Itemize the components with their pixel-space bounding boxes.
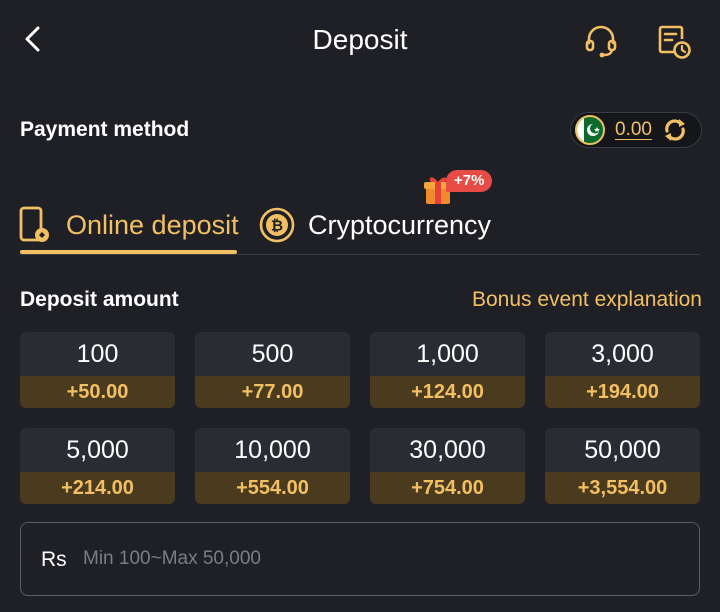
bitcoin-icon: ₿ (259, 207, 295, 243)
currency-label: Rs (41, 548, 67, 571)
svg-text:₿: ₿ (271, 217, 283, 235)
top-bar: Deposit (0, 0, 720, 84)
amount-option-bonus: +554.00 (195, 472, 350, 504)
headset-icon[interactable] (582, 22, 620, 60)
pakistan-flag-icon (575, 115, 605, 145)
history-icon[interactable] (654, 22, 692, 60)
tab-cryptocurrency-label: Cryptocurrency (308, 209, 492, 240)
amount-option-value: 3,000 (591, 340, 654, 368)
tab-online-deposit[interactable]: Online deposit (18, 198, 239, 252)
amount-option-bonus: +3,554.00 (545, 472, 700, 504)
amount-option-bonus: +754.00 (370, 472, 525, 504)
amount-option-bonus: +214.00 (20, 472, 175, 504)
tab-online-deposit-label: Online deposit (66, 209, 239, 240)
amount-option-bonus: +50.00 (20, 376, 175, 408)
bonus-event-link[interactable]: Bonus event explanation (472, 288, 702, 312)
payment-method-label: Payment method (20, 118, 190, 141)
amount-option-bonus: +124.00 (370, 376, 525, 408)
amount-input-box: Rs (20, 522, 700, 596)
payment-method-row: Payment method 0.00 (20, 112, 702, 148)
amount-option-bonus: +77.00 (195, 376, 350, 408)
crypto-promo-badge: +7% (446, 170, 493, 192)
amount-option-value: 30,000 (409, 436, 486, 464)
amount-option-card[interactable]: 10,000 +554.00 (195, 428, 350, 504)
amount-option-value: 1,000 (416, 340, 479, 368)
amount-option-card[interactable]: 5,000 +214.00 (20, 428, 175, 504)
balance-pill[interactable]: 0.00 (570, 112, 702, 148)
amount-options-grid: 100 +50.00 500 +77.00 1,000 +124.00 3,00… (20, 332, 700, 504)
amount-option-bonus: +194.00 (545, 376, 700, 408)
tabs-divider (20, 254, 700, 255)
deposit-amount-label: Deposit amount (20, 288, 179, 311)
deposit-amount-row: Deposit amount Bonus event explanation (20, 286, 702, 314)
balance-value: 0.00 (615, 119, 652, 140)
phone-deposit-icon (19, 206, 49, 242)
amount-option-card[interactable]: 1,000 +124.00 (370, 332, 525, 408)
amount-option-card[interactable]: 100 +50.00 (20, 332, 175, 408)
amount-input[interactable] (83, 541, 663, 577)
amount-option-card[interactable]: 30,000 +754.00 (370, 428, 525, 504)
amount-option-value: 5,000 (66, 436, 129, 464)
amount-option-card[interactable]: 50,000 +3,554.00 (545, 428, 700, 504)
amount-option-value: 10,000 (234, 436, 311, 464)
amount-option-card[interactable]: 3,000 +194.00 (545, 332, 700, 408)
payment-tabs: Online deposit ₿ Cryptocurrency +7% (0, 168, 720, 258)
amount-option-card[interactable]: 500 +77.00 (195, 332, 350, 408)
amount-option-value: 50,000 (584, 436, 661, 464)
amount-option-value: 100 (76, 340, 119, 368)
amount-option-value: 500 (251, 340, 294, 368)
refresh-icon[interactable] (660, 115, 690, 145)
